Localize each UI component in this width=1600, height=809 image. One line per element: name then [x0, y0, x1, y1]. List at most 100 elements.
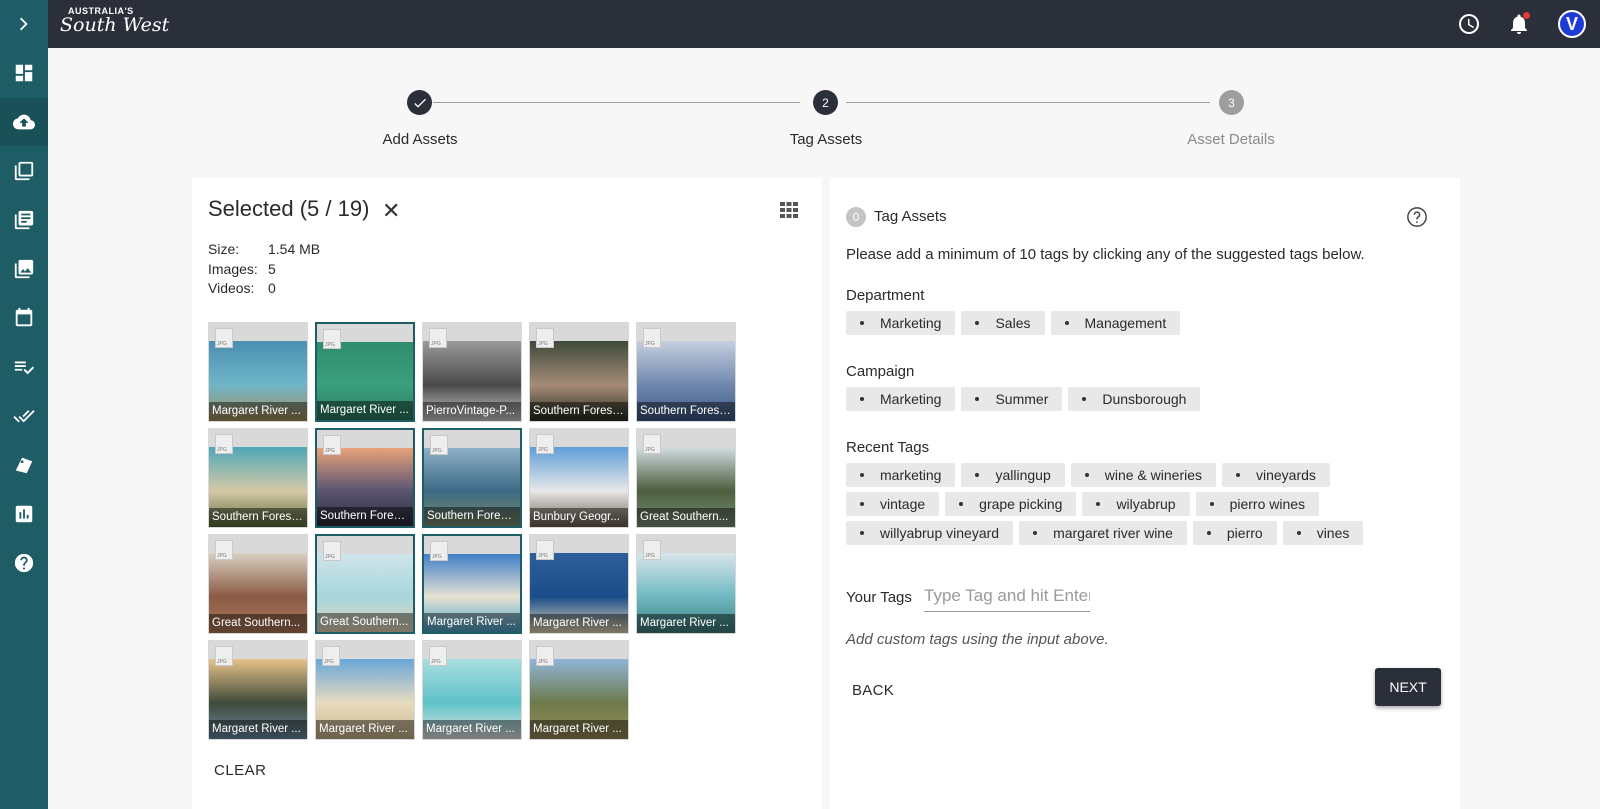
suggested-tag-chip[interactable]: Marketing	[846, 387, 956, 411]
bullet-icon	[975, 321, 980, 325]
tags-icon	[15, 457, 33, 474]
sidebar	[0, 0, 48, 809]
size-value: 1.54 MB	[268, 241, 321, 257]
sidebar-item-analytics[interactable]	[0, 490, 48, 538]
sidebar-item-articles[interactable]	[0, 196, 48, 244]
asset-thumbnail[interactable]: Margaret River ...	[529, 534, 629, 634]
suggested-tag-chip[interactable]: Summer	[961, 387, 1063, 411]
tag-chip-label: pierro	[1226, 525, 1263, 541]
double-check-icon	[13, 410, 35, 423]
grid-view-icon[interactable]	[780, 202, 798, 218]
sidebar-item-help[interactable]	[0, 539, 48, 587]
asset-thumbnail[interactable]: Southern Forest...	[315, 428, 415, 528]
asset-thumbnail[interactable]: Southern Forest...	[636, 322, 736, 422]
suggested-tag-chip[interactable]: Dunsborough	[1068, 387, 1201, 411]
asset-thumbnail[interactable]: Margaret River ...	[315, 640, 415, 740]
asset-thumbnail[interactable]: Southern Forest...	[529, 322, 629, 422]
step-2-indicator[interactable]: 2	[813, 90, 838, 115]
asset-thumbnail[interactable]: Great Southern...	[315, 534, 415, 634]
file-type-icon	[215, 328, 233, 348]
suggested-tag-chip[interactable]: Management	[1050, 311, 1181, 335]
suggested-tag-chip[interactable]: margaret river wine	[1019, 521, 1187, 545]
sidebar-item-upload[interactable]	[0, 98, 48, 146]
asset-thumbnail[interactable]: Margaret River ...	[315, 322, 415, 422]
logo-line-2: South West	[60, 14, 170, 36]
suggested-tag-chip[interactable]: pierro wines	[1195, 492, 1320, 516]
notification-badge	[1523, 12, 1530, 19]
suggested-tag-chip[interactable]: yallingup	[961, 463, 1065, 487]
sidebar-item-gallery[interactable]	[0, 245, 48, 293]
sidebar-item-approvals[interactable]	[0, 392, 48, 440]
tag-chip-label: Management	[1084, 315, 1167, 331]
suggested-tag-chip[interactable]: Sales	[961, 311, 1045, 335]
clear-selection-button[interactable]: CLEAR	[214, 762, 267, 779]
asset-thumbnail[interactable]: Great Southern...	[636, 428, 736, 528]
videos-row: Videos: 0	[208, 280, 276, 296]
thumbnail-caption: Great Southern...	[317, 613, 413, 632]
asset-thumbnail[interactable]: Margaret River ...	[636, 534, 736, 634]
suggested-tag-chip[interactable]: marketing	[846, 463, 956, 487]
sidebar-item-tags[interactable]	[0, 441, 48, 489]
bullet-icon	[860, 473, 864, 477]
back-button[interactable]: BACK	[852, 676, 912, 706]
tag-chip-row: marketing yallingup wine & wineries vineyar…	[846, 463, 1330, 487]
file-type-icon	[536, 328, 554, 348]
sidebar-item-playlist[interactable]	[0, 343, 48, 391]
videos-label: Videos:	[208, 280, 255, 296]
thumbnail-caption: Margaret River ...	[530, 614, 628, 633]
tag-assets-panel: 0 Tag Assets Please add a minimum of 10 …	[830, 178, 1460, 809]
tag-chip-label: Sales	[995, 315, 1031, 331]
sidebar-item-dashboard[interactable]	[0, 49, 48, 97]
close-selection-button[interactable]: ✕	[382, 198, 400, 224]
tag-chip-label: vintage	[880, 496, 926, 512]
tag-chip-label: wilyabrup	[1116, 496, 1176, 512]
suggested-tag-chip[interactable]: vineyards	[1222, 463, 1330, 487]
analytics-icon	[15, 505, 33, 523]
suggested-tag-chip[interactable]: wilyabrup	[1082, 492, 1190, 516]
next-button[interactable]: NEXT	[1375, 668, 1441, 706]
suggested-tag-chip[interactable]: Marketing	[846, 311, 956, 335]
asset-thumbnail[interactable]: Great Southern...	[208, 534, 308, 634]
asset-thumbnail[interactable]: Southern Forest...	[208, 428, 308, 528]
tag-chip-row: Marketing Sales Management	[846, 311, 1181, 335]
suggested-tag-chip[interactable]: grape picking	[945, 492, 1077, 516]
custom-tag-hint: Add custom tags using the input above.	[846, 631, 1109, 648]
images-value: 5	[268, 261, 276, 277]
asset-thumbnail[interactable]: Southern Forest...	[422, 428, 522, 528]
tag-chip-label: margaret river wine	[1053, 525, 1173, 541]
user-avatar[interactable]: V	[1558, 10, 1586, 38]
file-type-icon	[643, 434, 661, 454]
suggested-tag-chip[interactable]: vintage	[846, 492, 940, 516]
asset-thumbnail[interactable]: Bunbury Geogr...	[529, 428, 629, 528]
sidebar-expand-button[interactable]	[0, 0, 48, 48]
thumbnail-caption: Great Southern...	[637, 508, 735, 527]
custom-tag-input[interactable]	[924, 580, 1090, 612]
file-type-icon	[643, 540, 661, 560]
bullet-icon	[860, 321, 864, 325]
suggested-tag-chip[interactable]: pierro	[1192, 521, 1277, 545]
tag-group-label: Department	[846, 287, 925, 304]
suggested-tag-chip[interactable]: vines	[1282, 521, 1364, 545]
asset-thumbnail[interactable]: Margaret River ...	[529, 640, 629, 740]
collections-icon	[14, 161, 34, 181]
chevron-right-icon	[19, 17, 28, 31]
history-button[interactable]	[1456, 11, 1482, 37]
asset-thumbnail[interactable]: Margaret River ...	[208, 640, 308, 740]
asset-thumbnail[interactable]: Margaret River ...	[208, 322, 308, 422]
sidebar-item-calendar[interactable]	[0, 294, 48, 342]
notifications-button[interactable]	[1506, 11, 1532, 37]
asset-thumbnail[interactable]: Margaret River ...	[422, 534, 522, 634]
step-2-label: Tag Assets	[789, 131, 863, 148]
help-circle-icon[interactable]	[1406, 206, 1428, 228]
asset-thumbnail[interactable]: Margaret River ...	[422, 640, 522, 740]
suggested-tag-chip[interactable]: willyabrup vineyard	[846, 521, 1014, 545]
sidebar-item-collections[interactable]	[0, 147, 48, 195]
step-3-indicator[interactable]: 3	[1219, 90, 1244, 115]
step-1-label: Add Assets	[382, 131, 458, 148]
tag-chip-label: Marketing	[880, 315, 942, 331]
step-1-indicator[interactable]	[407, 90, 432, 115]
suggested-tag-chip[interactable]: wine & wineries	[1070, 463, 1216, 487]
thumbnail-caption: PierroVintage-P...	[423, 402, 521, 421]
thumbnail-caption: Southern Forest...	[317, 507, 413, 526]
asset-thumbnail[interactable]: PierroVintage-P...	[422, 322, 522, 422]
